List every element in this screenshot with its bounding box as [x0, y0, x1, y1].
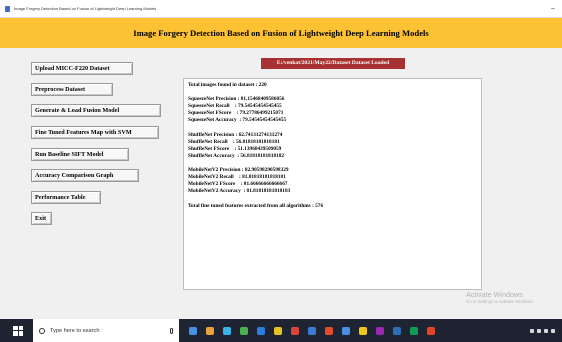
- output-line: MobileNetV2 Accuracy : 81.81818181818183: [188, 188, 291, 195]
- watermark-subtitle: Go to Settings to activate Windows.: [466, 299, 534, 304]
- minimize-button[interactable]: –: [551, 5, 555, 12]
- output-line: Total fine tuned features extracted from…: [188, 202, 324, 209]
- output-line: SqueezeNet Precision : 81.15468409586056: [188, 96, 285, 103]
- run-baseline-sift-button[interactable]: Run Baseline SIFT Model: [31, 148, 129, 161]
- taskbar-app-icon[interactable]: [257, 326, 265, 335]
- taskbar-app-icon[interactable]: [427, 326, 435, 335]
- app-feather-icon: [5, 5, 10, 12]
- output-line: ShuffleNet Recall : 56.81818181818181: [188, 138, 280, 145]
- generate-load-fusion-model-button[interactable]: Generate & Load Fusion Model: [31, 104, 161, 117]
- taskbar-app-icon[interactable]: [410, 326, 418, 335]
- tray-battery-icon[interactable]: [544, 328, 548, 333]
- header-banner: Image Forgery Detection Based on Fusion …: [0, 18, 562, 48]
- taskbar-app-icons: [189, 326, 444, 335]
- windows-start-icon[interactable]: [13, 325, 23, 336]
- output-line: ShuffleNet FScore : 51.13968439509059: [188, 145, 282, 152]
- output-line: ShuffleNet Precision : 62.74131274131274: [188, 131, 283, 138]
- taskbar-app-icon[interactable]: [359, 326, 367, 335]
- taskbar-app-icon[interactable]: [274, 326, 282, 335]
- taskbar: Type here to search: [0, 319, 562, 342]
- watermark-title: Activate Windows: [466, 290, 523, 299]
- taskbar-app-icon[interactable]: [325, 326, 333, 335]
- output-line: Total images found in dataset : 220: [188, 82, 267, 88]
- taskbar-app-icon[interactable]: [393, 326, 401, 335]
- taskbar-app-icon[interactable]: [189, 326, 197, 335]
- upload-dataset-button[interactable]: Upload MICC-F220 Dataset: [31, 62, 133, 75]
- search-icon: [39, 327, 45, 334]
- taskbar-app-icon[interactable]: [206, 326, 214, 335]
- search-placeholder: Type here to search: [50, 327, 100, 334]
- preprocess-dataset-button[interactable]: Preprocess Dataset: [31, 83, 113, 96]
- output-line: MobileNetV2 Precision : 82.9059829059832…: [188, 167, 289, 174]
- output-line: SqueezeNet Accuracy : 79.54545454545455: [188, 117, 287, 124]
- microphone-icon[interactable]: [170, 327, 173, 334]
- output-line: ShuffleNet Accuracy : 56.81818181818182: [188, 152, 285, 159]
- output-line: MobileNetV2 Recall : 81.81818181818181: [188, 174, 286, 181]
- output-line: MobileNetV2 FScore : 81.66666666666667: [188, 181, 288, 188]
- activate-windows-watermark: Activate Windows Go to Settings to activ…: [466, 290, 534, 305]
- taskbar-app-icon[interactable]: [342, 326, 350, 335]
- taskbar-app-icon[interactable]: [240, 326, 248, 335]
- accuracy-comparison-graph-button[interactable]: Accuracy Comparison Graph: [31, 169, 139, 182]
- fine-tuned-features-svm-button[interactable]: Fine Tuned Features Map with SVM: [31, 126, 159, 139]
- system-tray: [530, 328, 558, 333]
- window-title: Image Forgery Detection Based on Fusion …: [14, 6, 157, 11]
- dataset-status-label: E:/venkat/2021/May22/Dataset Dataset Loa…: [261, 58, 405, 69]
- window-titlebar: Image Forgery Detection Based on Fusion …: [0, 0, 562, 18]
- results-textarea[interactable]: Total images found in dataset : 220 Squee…: [183, 78, 482, 290]
- page-title: Image Forgery Detection Based on Fusion …: [133, 28, 429, 38]
- notification-icon[interactable]: [551, 328, 555, 333]
- tray-network-icon[interactable]: [530, 328, 534, 333]
- taskbar-app-icon[interactable]: [376, 326, 384, 335]
- taskbar-app-icon[interactable]: [308, 326, 316, 335]
- output-line: SqueezeNet FScore : 79.27786499215071: [188, 110, 284, 117]
- exit-button[interactable]: Exit: [31, 212, 52, 225]
- output-line: SqueezeNet Recall : 79.54545454545455: [188, 103, 282, 110]
- taskbar-app-icon[interactable]: [291, 326, 299, 335]
- performance-table-button[interactable]: Performance Table: [31, 191, 101, 204]
- taskbar-app-icon[interactable]: [223, 326, 231, 335]
- tray-volume-icon[interactable]: [537, 328, 541, 333]
- taskbar-search-box[interactable]: Type here to search: [33, 319, 179, 342]
